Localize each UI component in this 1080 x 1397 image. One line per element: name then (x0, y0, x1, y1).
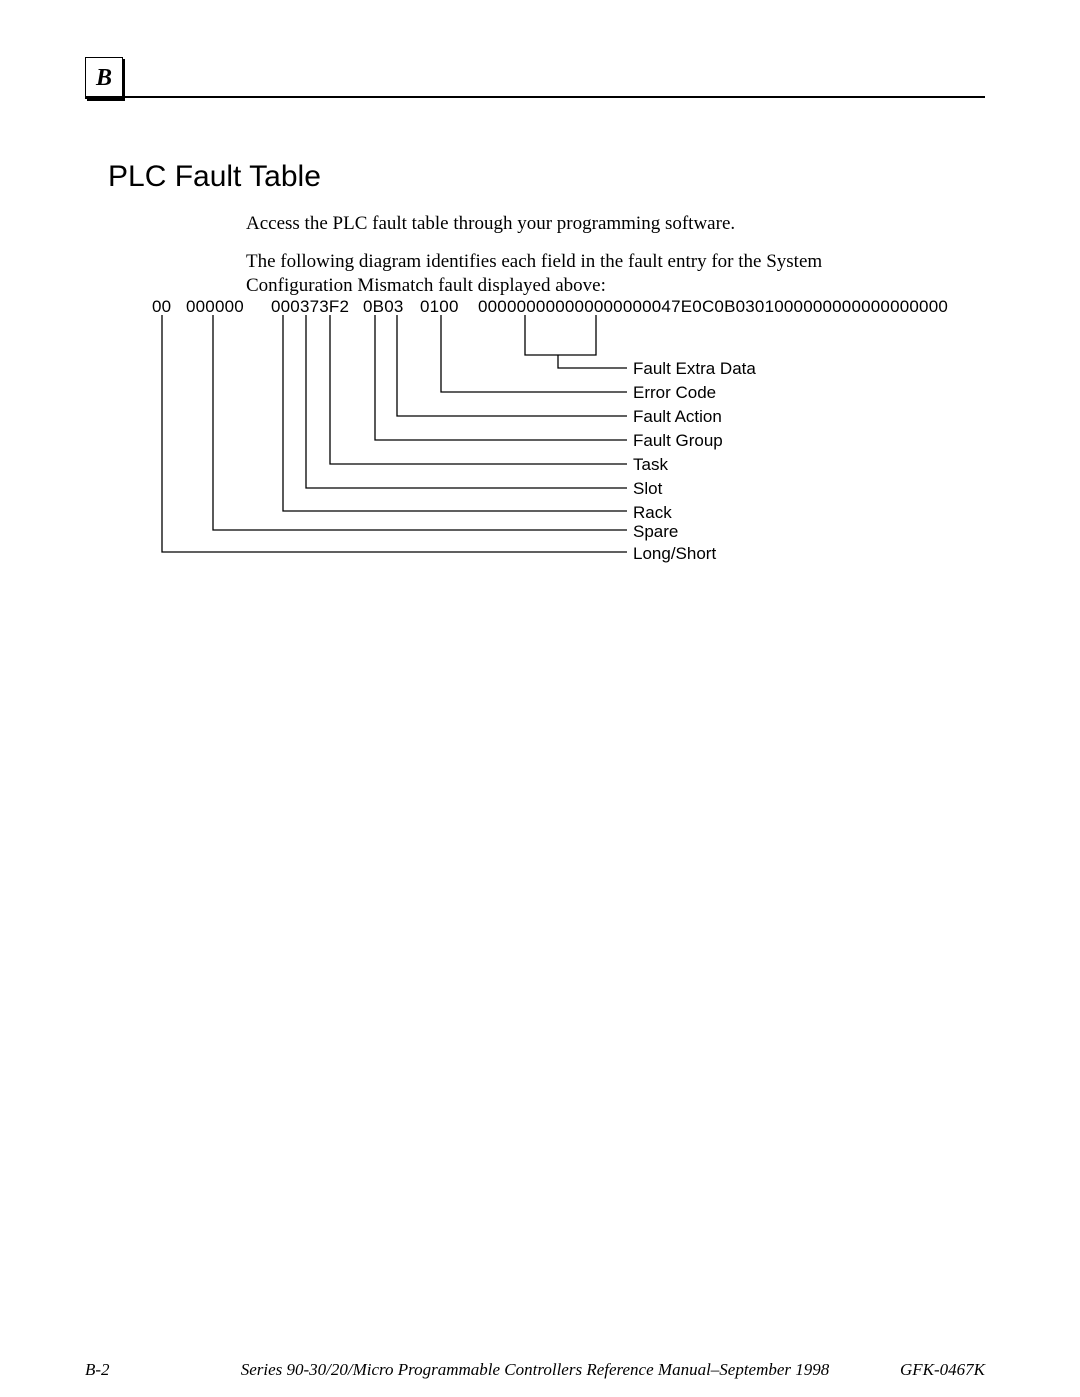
hex-group-action: 0B03 (363, 297, 404, 317)
footer-doc-number: GFK-0467K (900, 1360, 985, 1380)
label-fault-action: Fault Action (633, 407, 722, 427)
label-slot: Slot (633, 479, 662, 499)
appendix-letter: B (96, 65, 112, 91)
hex-rack-slot-task: 000373F2 (271, 297, 349, 317)
hex-extra-data: 000000000000000000047E0C0B03010000000000… (478, 297, 948, 317)
hex-long-short: 00 (152, 297, 171, 317)
label-error-code: Error Code (633, 383, 716, 403)
hex-error-code: 0100 (420, 297, 459, 317)
label-task: Task (633, 455, 668, 475)
appendix-letter-box: B (85, 57, 123, 99)
intro-paragraph-1: Access the PLC fault table through your … (246, 213, 735, 235)
footer-manual-title: Series 90-30/20/Micro Programmable Contr… (85, 1360, 985, 1380)
hex-spare: 000000 (186, 297, 244, 317)
intro-paragraph-2: The following diagram identifies each fi… (246, 250, 866, 298)
label-fault-extra-data: Fault Extra Data (633, 359, 756, 379)
label-spare: Spare (633, 522, 678, 542)
label-rack: Rack (633, 503, 672, 523)
label-long-short: Long/Short (633, 544, 716, 564)
page-title: PLC Fault Table (108, 160, 321, 194)
field-bracket-diagram (0, 0, 1080, 1397)
label-fault-group: Fault Group (633, 431, 723, 451)
header-rule (85, 96, 985, 98)
